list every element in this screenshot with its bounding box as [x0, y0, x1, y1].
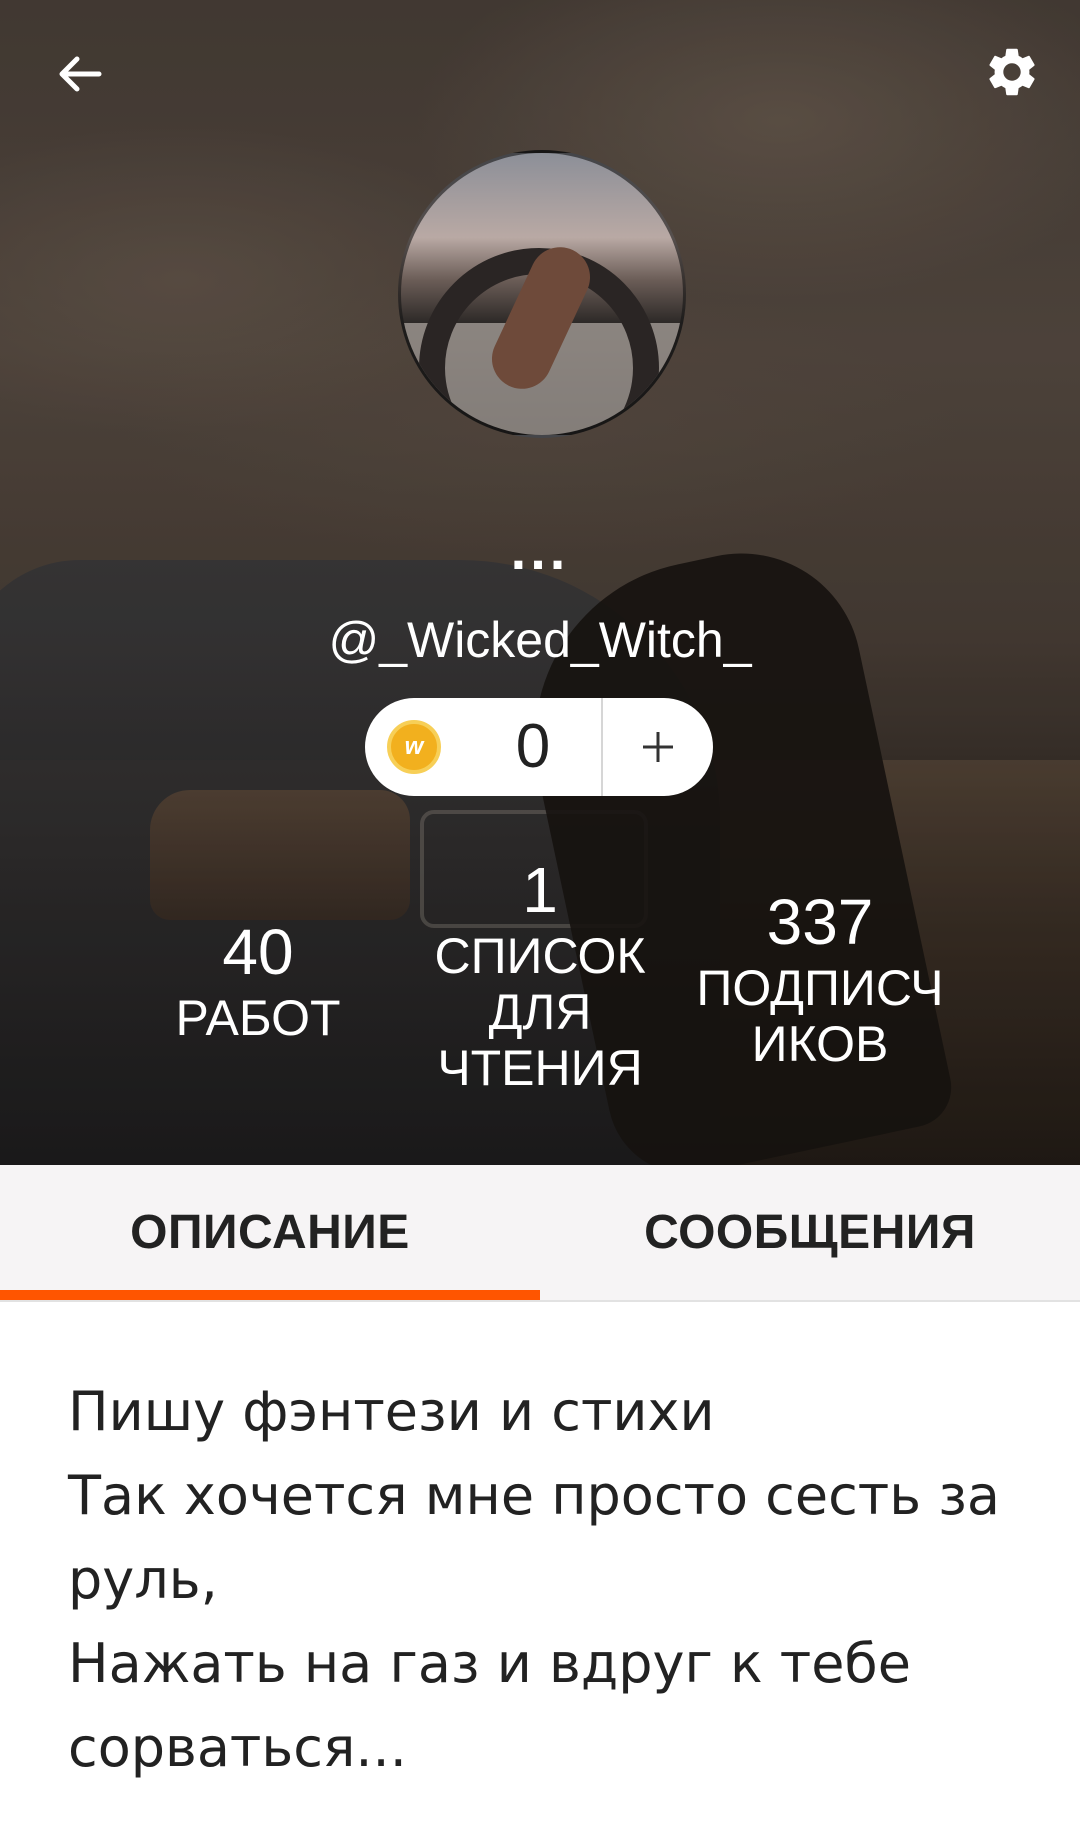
active-tab-indicator: [0, 1290, 540, 1300]
followers-count: 337: [766, 886, 874, 958]
reading-lists-label-line: СПИСОК: [434, 928, 646, 984]
username: @_Wicked_Witch_: [328, 612, 752, 668]
works-label: РАБОТ: [175, 990, 341, 1046]
tab-messages[interactable]: СООБЩЕНИЯ: [540, 1165, 1080, 1300]
works-count: 40: [222, 916, 294, 988]
description-line: Нажать на газ и вдруг к тебе сорваться..…: [68, 1632, 911, 1779]
settings-button[interactable]: [976, 36, 1048, 108]
followers-label-line: ПОДПИСЧ: [696, 960, 944, 1016]
arrow-left-icon: [59, 56, 102, 92]
display-name: ...: [510, 518, 570, 581]
description-line: Пишу фэнтези и стихи: [68, 1380, 715, 1443]
reading-lists-label-line: ДЛЯ: [488, 984, 592, 1040]
followers-label: ПОДПИСЧ ИКОВ: [680, 960, 960, 1072]
reading-lists-count: 1: [522, 854, 558, 926]
reading-lists-label-line: ЧТЕНИЯ: [437, 1040, 643, 1096]
followers-label-line: ИКОВ: [751, 1016, 889, 1072]
works-stat[interactable]: 40 РАБОТ: [158, 920, 358, 1046]
followers-stat[interactable]: 337 ПОДПИСЧ ИКОВ: [680, 890, 960, 1072]
description-line: Так хочется мне просто сесть за руль,: [68, 1464, 1001, 1611]
profile-tabs: ОПИСАНИЕ СООБЩЕНИЯ: [0, 1165, 1080, 1302]
reading-lists-stat[interactable]: 1 СПИСОК ДЛЯ ЧТЕНИЯ: [420, 858, 660, 1096]
profile-description: Пишу фэнтези и стихи Так хочется мне про…: [68, 1370, 1028, 1790]
coins-balance-pill: w 0: [365, 698, 713, 796]
add-coins-button[interactable]: [603, 698, 713, 796]
reading-lists-label: СПИСОК ДЛЯ ЧТЕНИЯ: [420, 928, 660, 1096]
plus-icon: [643, 732, 673, 762]
gear-icon: [989, 48, 1035, 96]
coin-icon-letter: w: [404, 733, 424, 760]
tab-about[interactable]: ОПИСАНИЕ: [0, 1165, 540, 1300]
coin-count: 0: [515, 712, 551, 781]
wattpad-coin-icon: w: [387, 720, 441, 774]
back-button[interactable]: [44, 38, 116, 110]
avatar[interactable]: [398, 150, 686, 438]
